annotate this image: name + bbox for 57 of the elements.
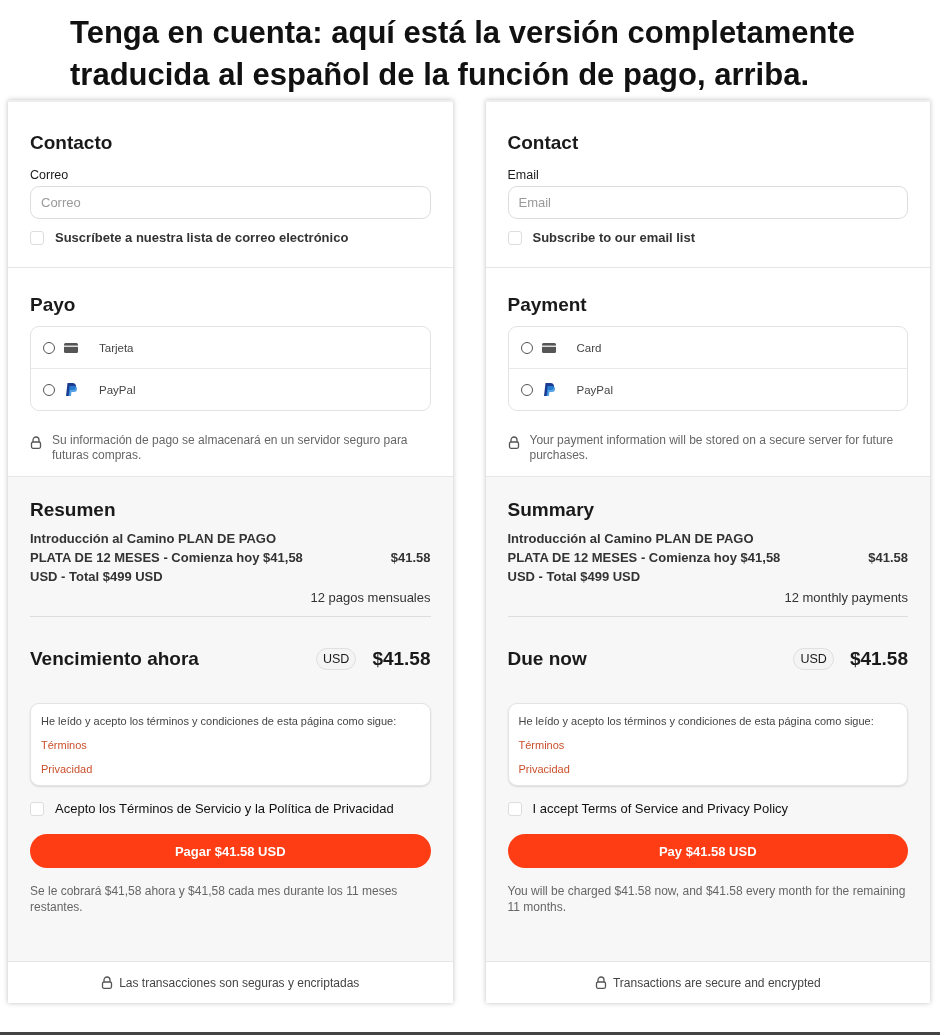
section-heading: Payo [30,294,77,316]
payment-option-label[interactable]: PayPal [576,383,613,396]
terms-link[interactable]: Privacidad [41,763,93,775]
section-heading: Resumen [30,499,117,521]
lock-icon [507,436,520,449]
currency-pill: USD [315,648,357,670]
section-heading: Payment [507,294,588,316]
email-field[interactable]: Correo [30,186,431,219]
due-amount: $41.58 [849,648,908,670]
security-note: Su información de pago se almacenará en un servidor seguro para futuras compras. [52,433,409,463]
terms-intro: He leído y acepto los términos y condiciones de esta página como sigue: [518,715,875,727]
checkbox-label: I accept Terms of Service and Privacy Policy [532,801,789,816]
field-label: Email [507,168,540,182]
lock-icon [594,976,607,989]
payment-option-label[interactable]: PayPal [99,383,136,396]
checkbox[interactable] [507,230,522,245]
payment-schedule: 12 monthly payments [507,590,908,617]
checkbox-label: Subscribe to our email list [532,230,696,245]
item-price: $41.58 [868,549,908,567]
checkbox-label: Acepto los Términos de Servicio y la Política de Privacidad [55,801,394,816]
due-amount: $41.58 [372,648,431,670]
payment-option-label[interactable]: Tarjeta [99,341,134,354]
payment-option-label[interactable]: Card [576,341,602,354]
security-note: Your payment information will be stored on a secure server for future purchases. [529,433,895,463]
checkbox[interactable] [30,230,44,245]
pay-button[interactable]: Pay $41.58 USD [507,834,908,868]
charge-note: Se le cobrará $41,58 ahora y $41,58 cada mes durante los 11 meses restantes. [30,883,399,915]
credit-card-icon [64,342,78,353]
charge-note: You will be charged $41.58 now, and $41.58 every month for the remaining 11 months. [507,883,907,915]
terms-link[interactable]: Términos [41,739,87,751]
terms-link[interactable]: Términos [518,739,565,751]
due-label: Vencimiento ahora [30,648,200,670]
terms-link[interactable]: Privacidad [518,763,570,775]
paypal-icon [541,383,556,396]
due-label: Due now [507,648,588,670]
section-heading: Contacto [30,132,114,154]
item-name: Introducción al Camino PLAN DE PAGO PLATA DE 12 MESES - Comienza hoy $41,58 USD - Total $499 USD [507,530,782,586]
section-heading: Contact [507,132,580,154]
terms-intro: He leído y acepto los términos y condiciones de esta página como sigue: [41,715,398,727]
currency-pill: USD [793,648,834,670]
section-heading: Summary [507,499,596,521]
payment-schedule: 12 pagos mensuales [30,590,431,617]
item-name: Introducción al Camino PLAN DE PAGO PLATA DE 12 MESES - Comienza hoy $41,58 USD - Total $499 USD [30,530,304,586]
checkbox-label: Suscríbete a nuestra lista de correo electrónico [55,230,349,245]
footer-note: Transactions are secure and encrypted [612,975,821,990]
checkbox[interactable] [507,801,522,816]
checkbox[interactable] [30,801,44,816]
caption-text: Tenga en cuenta: aquí está la versión completamente traducida al español de la función de pago, arriba. [70,14,856,94]
footer-note: Las transacciones son seguras y encriptadas [119,975,360,990]
credit-card-icon [541,342,556,353]
item-price: $41.58 [390,549,431,567]
paypal-icon [64,383,78,396]
email-field[interactable]: Email [507,186,908,219]
lock-icon [101,976,114,989]
field-label: Correo [30,168,70,182]
pay-button[interactable]: Pagar $41.58 USD [30,834,431,868]
lock-icon [30,436,42,449]
